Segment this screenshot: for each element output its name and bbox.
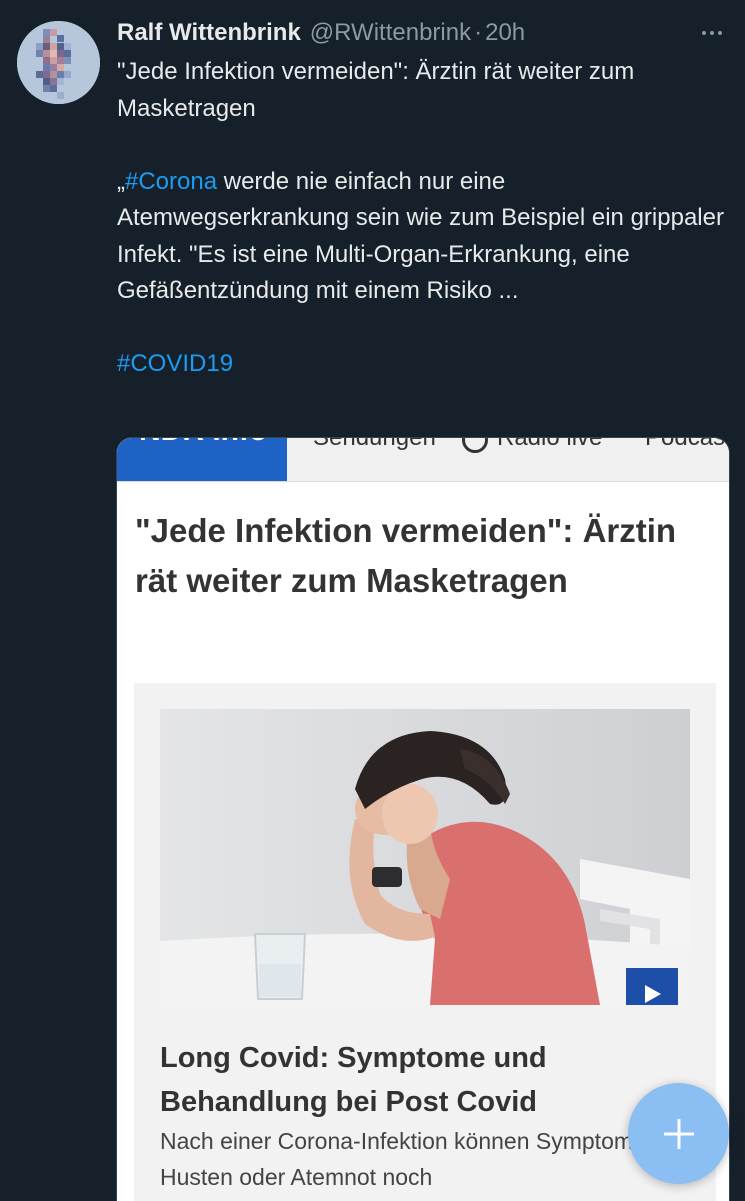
separator-dot: · (474, 19, 483, 46)
tweet-headline: "Jede Infektion vermeiden": Ärztin rät w… (117, 58, 635, 122)
tweet-text: "Jede Infektion vermeiden": Ärztin rät w… (117, 54, 732, 383)
avatar[interactable] (17, 21, 100, 104)
ndr-nav-bar: NDR Info Sendungen Radio live Podcasts (117, 438, 729, 482)
nav-radio-live[interactable]: Radio live (497, 438, 602, 452)
woman-at-table-image (160, 709, 690, 1005)
nav-sendungen[interactable]: Sendungen (313, 438, 436, 452)
author-handle[interactable]: @RWittenbrink (310, 19, 471, 47)
tweet-media-card[interactable]: NDR Info Sendungen Radio live Podcasts "… (116, 437, 730, 1201)
avatar-image (17, 21, 100, 104)
play-icon[interactable] (626, 968, 678, 1005)
teaser-text: Nach einer Corona-Infektion können Sympt… (160, 1128, 687, 1190)
compose-button[interactable] (628, 1083, 729, 1184)
nav-podcasts[interactable]: Podcasts (645, 438, 729, 452)
plus-icon (663, 1118, 694, 1149)
quote-mark: „ (117, 167, 125, 195)
hashtag-covid19[interactable]: #COVID19 (117, 350, 233, 377)
teaser-photo (160, 709, 690, 1005)
teaser-title[interactable]: Long Covid: Symptome und Behandlung bei … (160, 1036, 700, 1124)
tweet-header: Ralf Wittenbrink @RWittenbrink · 20h (117, 16, 725, 50)
more-horizontal-icon[interactable] (693, 20, 731, 46)
tweet-body: „#Corona werde nie einfach nur eine Atem… (117, 164, 732, 310)
radio-icon (462, 438, 488, 453)
article-title: "Jede Infektion vermeiden": Ärztin rät w… (135, 512, 677, 599)
ndr-logo-tab[interactable]: NDR Info (117, 438, 287, 481)
hashtag-corona[interactable]: #Corona (125, 168, 217, 195)
author-name[interactable]: Ralf Wittenbrink (117, 19, 301, 47)
ndr-logo: NDR Info (139, 438, 267, 448)
tweet-time[interactable]: 20h (485, 19, 525, 47)
